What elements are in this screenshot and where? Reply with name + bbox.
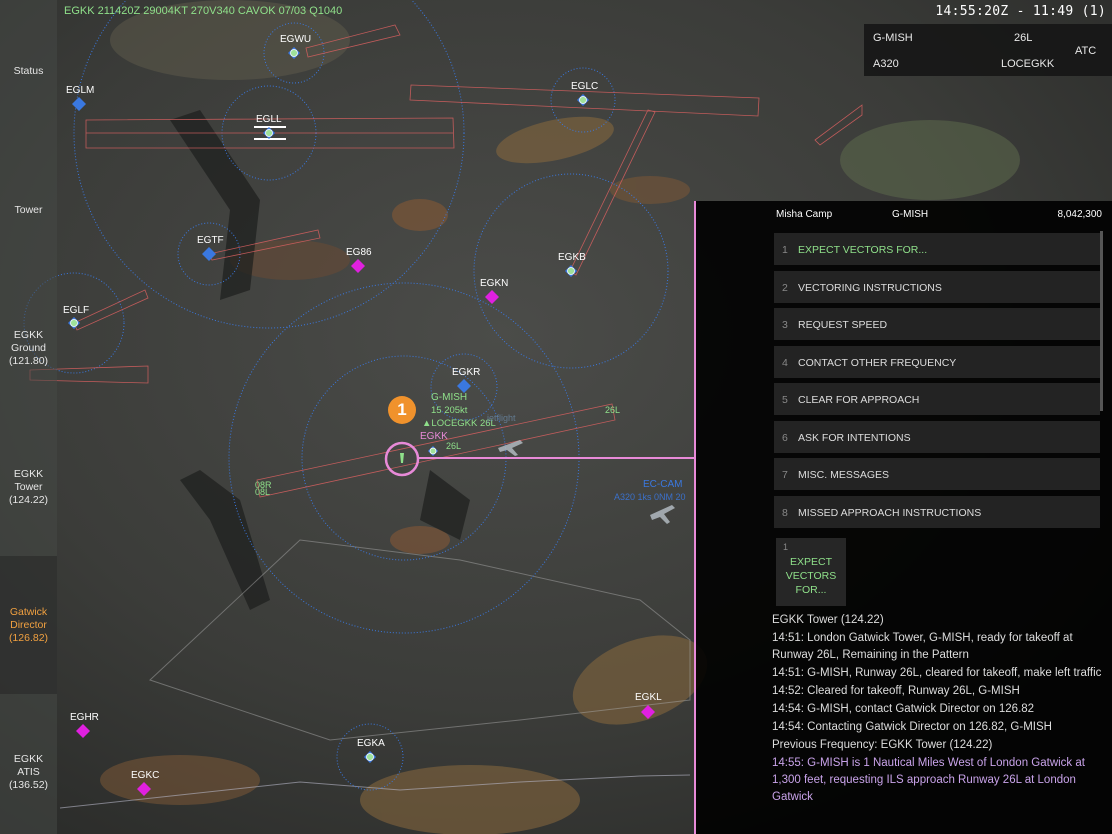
menu-clear-for-approach[interactable]: 5 CLEAR FOR APPROACH — [774, 383, 1100, 415]
sidebar-item-label: EGKK ATIS (136.52) — [8, 753, 49, 791]
menu-num: 8 — [782, 507, 788, 519]
log-line: 14:51: London Gatwick Tower, G-MISH, rea… — [772, 632, 1073, 661]
menu-contact-other-frequency[interactable]: 4 CONTACT OTHER FREQUENCY — [774, 346, 1100, 378]
menu-scrollbar[interactable] — [1100, 231, 1103, 411]
menu-vectoring-instructions[interactable]: 2 VECTORING INSTRUCTIONS — [774, 271, 1100, 303]
sidebar-item-egkk-ground[interactable]: EGKK Ground (121.80) — [0, 329, 57, 368]
tutorial-step-badge[interactable]: 1 — [388, 396, 416, 424]
label-eghr: EGHR — [70, 712, 99, 723]
runway-label-08l: 08L — [255, 487, 271, 497]
message-log: EGKK Tower (124.22) 14:51: London Gatwic… — [772, 614, 1102, 807]
aircraft-tag-data: 15 205kt — [431, 405, 468, 416]
label-egkk: EGKK — [420, 431, 448, 442]
score: 8,042,300 — [1057, 209, 1103, 220]
flight-strip[interactable]: G-MISH 26L A320 LOCEGKK ATC — [864, 24, 1112, 76]
menu-label: MISSED APPROACH INSTRUCTIONS — [798, 507, 982, 519]
menu-label: EXPECT VECTORS FOR... — [798, 244, 928, 256]
menu-ask-for-intentions[interactable]: 6 ASK FOR INTENTIONS — [774, 421, 1100, 453]
menu-num: 7 — [782, 469, 788, 481]
runway-label-26l: 26L — [446, 441, 462, 451]
menu-num: 4 — [782, 357, 788, 369]
sidebar-item-label: Gatwick Director (126.82) — [8, 606, 49, 644]
metar-text: EGKK 211420Z 29004KT 270V340 CAVOK 07/03… — [64, 5, 343, 17]
sidebar-item-label: EGKK Ground (121.80) — [8, 329, 49, 367]
panel-callsign: G-MISH — [892, 209, 929, 220]
aircraft-tag-callsign[interactable]: G-MISH — [431, 392, 467, 403]
traffic-tag-data: A320 1ks 0NM 20 — [614, 492, 686, 502]
sidebar-item-status[interactable]: Status — [0, 65, 57, 78]
log-line: 14:51: G-MISH, Runway 26L, cleared for t… — [772, 667, 1102, 679]
label-egkc: EGKC — [131, 770, 160, 781]
menu-num: 2 — [782, 282, 788, 294]
label-egkr: EGKR — [452, 367, 481, 378]
strip-route: LOCEGKK — [1001, 58, 1055, 70]
sidebar-item-egkk-atis[interactable]: EGKK ATIS (136.52) — [0, 753, 57, 792]
log-line: 14:54: G-MISH, contact Gatwick Director … — [772, 703, 1035, 715]
log-line: Previous Frequency: EGKK Tower (124.22) — [772, 739, 993, 751]
sidebar-item-gatwick-director[interactable]: Gatwick Director (126.82) — [0, 556, 57, 694]
label-egwu: EGWU — [280, 34, 312, 45]
label-egkl: EGKL — [635, 692, 662, 703]
label-egtf: EGTF — [197, 235, 224, 246]
label-egkb: EGKB — [558, 252, 586, 263]
clock: 14:55:20Z - 11:49 (1) — [935, 4, 1106, 19]
log-line: 14:52: Cleared for takeoff, Runway 26L, … — [772, 685, 1020, 697]
log-line: 14:54: Contacting Gatwick Director on 12… — [772, 721, 1052, 733]
menu-num: 6 — [782, 432, 788, 444]
log-line: EGKK Tower (124.22) — [772, 614, 884, 626]
menu-num: 1 — [782, 244, 788, 256]
sidebar-item-label: Tower — [14, 204, 43, 216]
menu-num: 5 — [782, 394, 788, 406]
sidebar-item-egkk-tower[interactable]: EGKK Tower (124.22) — [0, 468, 57, 507]
menu-label: ASK FOR INTENTIONS — [798, 432, 911, 444]
quick-command-button[interactable]: 1 EXPECT VECTORS FOR... — [776, 538, 846, 606]
label-eglf: EGLF — [63, 305, 90, 316]
sidebar-item-label: Status — [13, 65, 44, 77]
menu-label: MISC. MESSAGES — [798, 469, 890, 481]
menu-label: CONTACT OTHER FREQUENCY — [798, 357, 957, 369]
label-egka: EGKA — [357, 738, 385, 749]
label-eglm: EGLM — [66, 85, 95, 96]
aircraft-tag-faint: jetflight — [487, 413, 516, 423]
menu-request-speed[interactable]: 3 REQUEST SPEED — [774, 308, 1100, 340]
strip-role: ATC — [1075, 45, 1097, 57]
strip-callsign: G-MISH — [873, 32, 913, 44]
label-eg86: EG86 — [346, 247, 372, 258]
sidebar: Status Tower EGKK Ground (121.80) EGKK T… — [0, 0, 57, 834]
log-line-latest: 14:55: G-MISH is 1 Nautical Miles West o… — [772, 757, 1085, 803]
pilot-name: Misha Camp — [776, 209, 833, 220]
quick-num: 1 — [783, 542, 789, 552]
menu-label: CLEAR FOR APPROACH — [798, 394, 920, 406]
runway-label-26l-east: 26L — [605, 405, 621, 415]
sidebar-item-tower[interactable]: Tower — [0, 204, 57, 217]
label-egll: EGLL — [256, 114, 282, 125]
traffic-tag-callsign[interactable]: EC-CAM — [643, 479, 682, 490]
strip-runway: 26L — [1014, 32, 1033, 44]
aircraft-tag-clearance: ▲LOCEGKK 26L — [422, 418, 496, 429]
label-egkn: EGKN — [480, 278, 509, 289]
menu-misc-messages[interactable]: 7 MISC. MESSAGES — [774, 458, 1100, 490]
strip-type: A320 — [873, 58, 899, 70]
menu-missed-approach[interactable]: 8 MISSED APPROACH INSTRUCTIONS — [774, 496, 1100, 528]
label-eglc: EGLC — [571, 81, 599, 92]
menu-label: VECTORING INSTRUCTIONS — [798, 282, 942, 294]
menu-expect-vectors[interactable]: 1 EXPECT VECTORS FOR... — [774, 233, 1100, 265]
menu-num: 3 — [782, 319, 788, 331]
command-panel: Misha Camp G-MISH 8,042,300 1 EXPECT VECT… — [694, 201, 1112, 834]
sidebar-item-label: EGKK Tower (124.22) — [8, 468, 49, 506]
quick-label: EXPECT VECTORS FOR... — [785, 556, 837, 596]
menu-label: REQUEST SPEED — [798, 319, 888, 331]
